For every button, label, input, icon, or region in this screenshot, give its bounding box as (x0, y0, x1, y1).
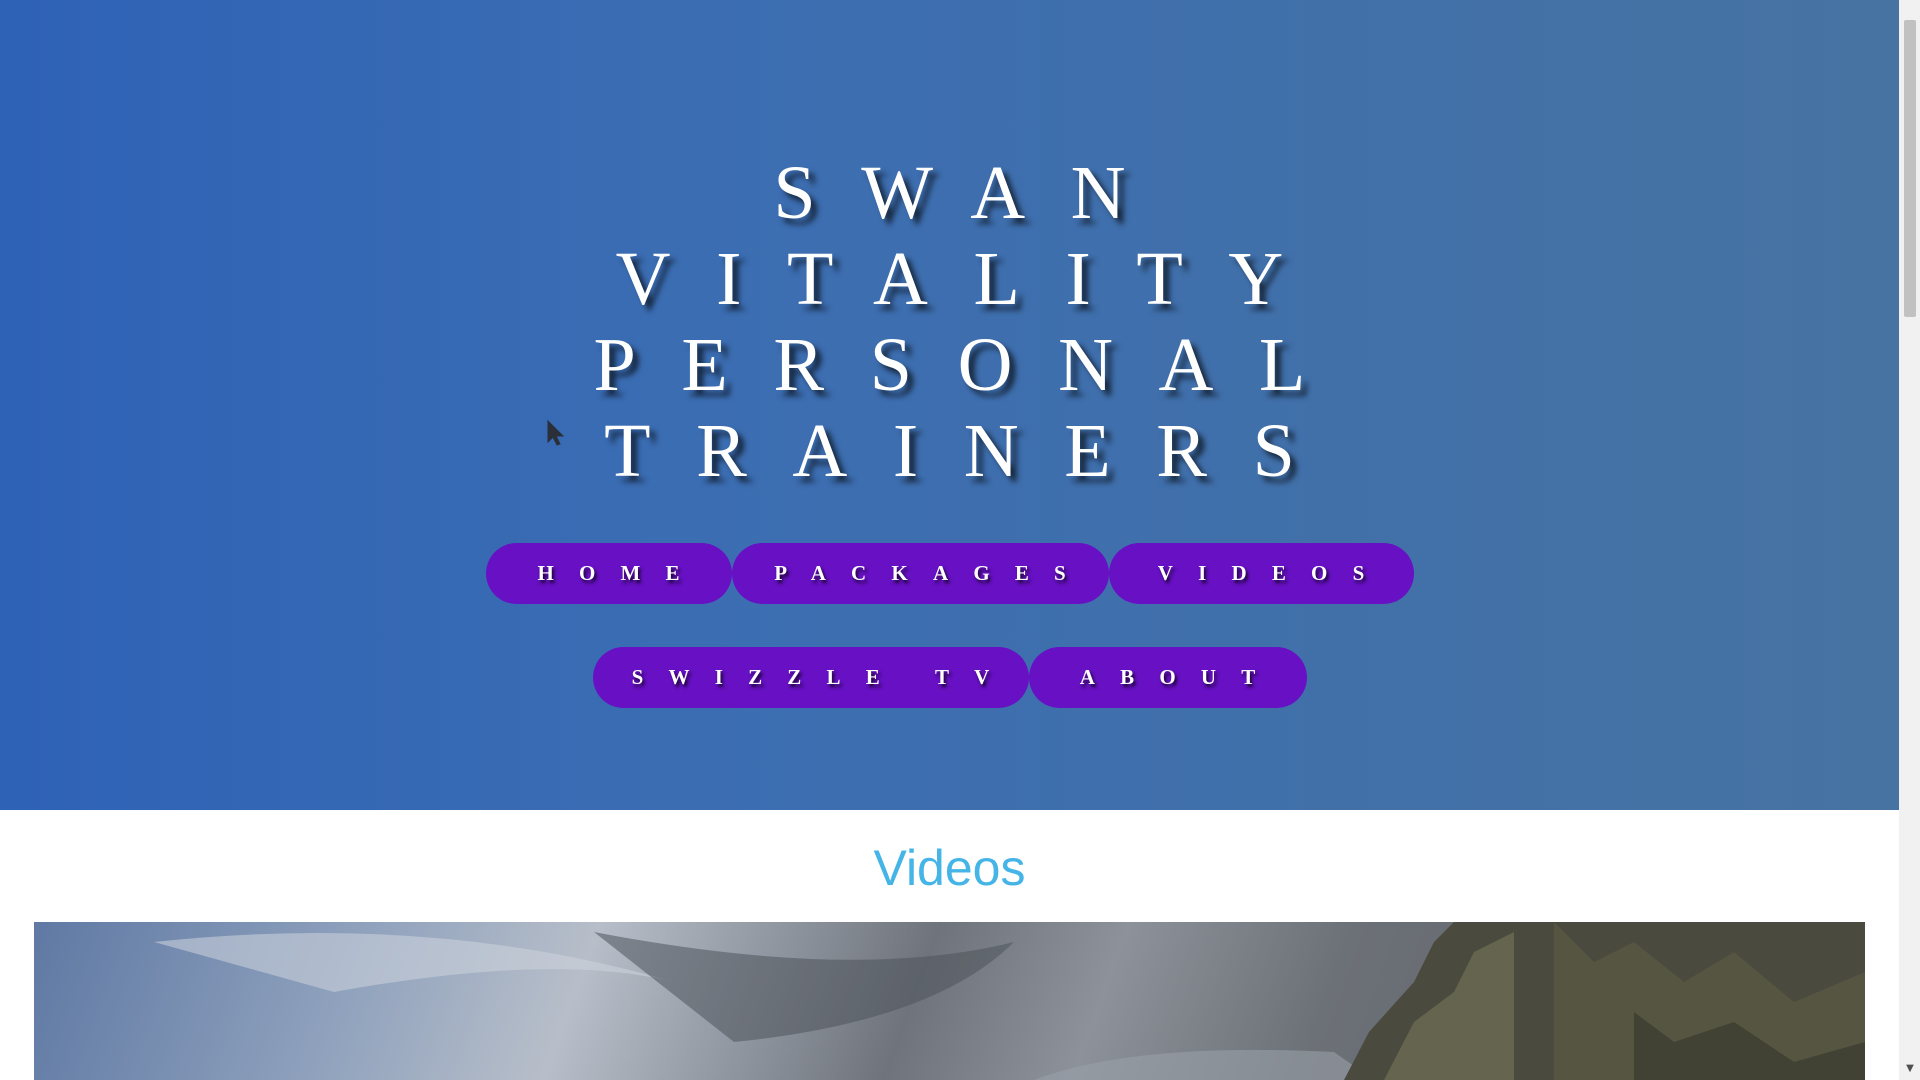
nav-packages-button[interactable]: PACKAGES (731, 543, 1109, 604)
site-title: SWAN VITALITY PERSONAL TRAINERS (0, 150, 1899, 494)
site-title-line: VITALITY (615, 237, 1329, 321)
chevron-down-icon[interactable]: ▼ (1903, 1062, 1917, 1076)
site-title-line: PERSONAL (593, 323, 1352, 407)
nav-row-primary: HOME PACKAGES VIDEOS (0, 543, 1899, 604)
hero-banner: SWAN VITALITY PERSONAL TRAINERS HOME PAC… (0, 0, 1899, 810)
site-title-line: SWAN (773, 151, 1172, 235)
nav-swizzle-tv-button[interactable]: SWIZZLE TV (592, 647, 1029, 708)
video-banner-image (34, 922, 1865, 1080)
mouse-pointer-icon (547, 420, 565, 446)
cliff-landscape-image (154, 922, 1865, 1080)
nav-row-secondary: SWIZZLE TV ABOUT (0, 647, 1899, 708)
scrollbar-thumb[interactable] (1904, 20, 1916, 317)
nav-home-button[interactable]: HOME (485, 543, 732, 604)
site-title-line: TRAINERS (604, 409, 1341, 493)
nav-videos-button[interactable]: VIDEOS (1108, 543, 1414, 604)
nav-about-button[interactable]: ABOUT (1028, 647, 1307, 708)
videos-heading: Videos (873, 840, 1026, 896)
